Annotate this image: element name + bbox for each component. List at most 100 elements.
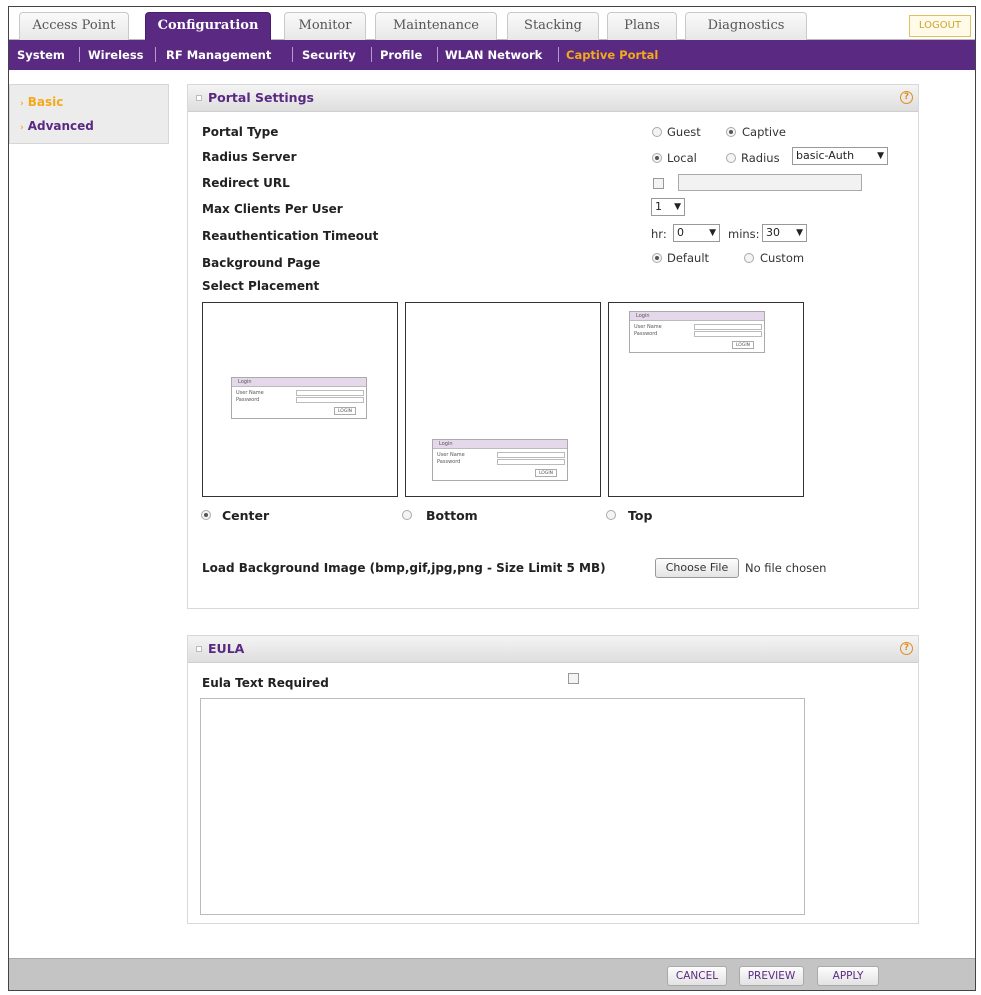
subnav-divider	[79, 47, 80, 62]
subnav-divider	[437, 47, 438, 62]
bg-custom-radio[interactable]	[744, 253, 754, 263]
subnav-rf-management[interactable]: RF Management	[166, 48, 271, 62]
placement-center-radio[interactable]	[201, 510, 211, 520]
collapse-icon[interactable]	[196, 646, 202, 652]
subnav-divider	[371, 47, 372, 62]
reauth-hr-select[interactable]: 0 ▼	[673, 224, 720, 242]
radius-profile-select[interactable]: basic-Auth ▼	[792, 147, 888, 165]
file-status-text: No file chosen	[745, 561, 827, 575]
thumbnail-input	[497, 459, 565, 465]
tab-monitor[interactable]: Monitor	[284, 12, 366, 40]
subnav-wireless[interactable]: Wireless	[88, 48, 144, 62]
sub-nav-bar: System Wireless RF Management Security P…	[9, 40, 975, 70]
tab-access-point[interactable]: Access Point	[19, 12, 129, 40]
main-tab-bar: Access Point Configuration Monitor Maint…	[9, 7, 975, 41]
sidebar-item-label: Advanced	[27, 119, 94, 133]
cancel-button[interactable]: CANCEL	[667, 966, 727, 986]
radius-radius-label: Radius	[741, 151, 780, 165]
portal-type-label: Portal Type	[202, 125, 279, 139]
thumbnail-pass-label: Password	[236, 397, 260, 403]
caret-down-icon: ▼	[674, 202, 681, 212]
choose-file-button[interactable]: Choose File	[655, 558, 739, 578]
thumbnail-input	[296, 390, 364, 396]
help-icon[interactable]: ?	[900, 642, 913, 655]
eula-text-area[interactable]	[200, 698, 805, 915]
caret-down-icon: ▼	[877, 151, 884, 161]
placement-center-preview[interactable]: Login User Name Password LOGIN	[202, 302, 398, 497]
subnav-captive-portal[interactable]: Captive Portal	[566, 48, 658, 62]
thumbnail-user-label: User Name	[634, 324, 662, 330]
login-form-thumbnail: Login User Name Password LOGIN	[231, 377, 367, 419]
placement-top-radio[interactable]	[606, 510, 616, 520]
radius-local-radio[interactable]	[652, 153, 662, 163]
portal-type-guest-label: Guest	[667, 125, 701, 139]
preview-button[interactable]: PREVIEW	[739, 966, 804, 986]
login-form-thumbnail: Login User Name Password LOGIN	[629, 311, 765, 353]
portal-type-captive-label: Captive	[742, 125, 786, 139]
placement-bottom-label: Bottom	[426, 508, 478, 523]
thumbnail-input	[694, 324, 762, 330]
max-clients-select[interactable]: 1 ▼	[651, 198, 685, 216]
help-icon[interactable]: ?	[900, 91, 913, 104]
portal-type-captive-radio[interactable]	[726, 127, 736, 137]
redirect-url-input[interactable]	[678, 174, 862, 191]
eula-panel: EULA ? Eula Text Required	[187, 635, 919, 924]
thumbnail-title: Login	[630, 312, 764, 321]
select-placement-label: Select Placement	[202, 279, 320, 293]
placement-top-preview[interactable]: Login User Name Password LOGIN	[608, 302, 804, 497]
subnav-security[interactable]: Security	[302, 48, 356, 62]
panel-title: EULA	[208, 641, 245, 656]
thumbnail-input	[497, 452, 565, 458]
tab-diagnostics[interactable]: Diagnostics	[685, 12, 807, 40]
select-value: 30	[766, 226, 780, 239]
thumbnail-user-label: User Name	[437, 452, 465, 458]
redirect-url-label: Redirect URL	[202, 176, 290, 190]
thumbnail-input	[694, 331, 762, 337]
placement-bottom-radio[interactable]	[402, 510, 412, 520]
thumbnail-button: LOGIN	[535, 469, 557, 477]
eula-text-required-checkbox[interactable]	[568, 673, 579, 684]
footer-bar: CANCEL PREVIEW APPLY	[9, 958, 975, 990]
tab-plans[interactable]: Plans	[607, 12, 677, 40]
reauth-timeout-label: Reauthentication Timeout	[202, 229, 379, 243]
sidebar-item-basic[interactable]: › Basic	[20, 95, 63, 109]
bg-default-radio[interactable]	[652, 253, 662, 263]
hr-label: hr:	[651, 227, 667, 241]
chevron-right-icon: ›	[20, 99, 24, 109]
placement-center-label: Center	[222, 508, 270, 523]
thumbnail-button: LOGIN	[334, 407, 356, 415]
redirect-url-checkbox[interactable]	[653, 178, 664, 189]
reauth-mins-select[interactable]: 30 ▼	[762, 224, 807, 242]
tab-configuration[interactable]: Configuration	[145, 12, 271, 41]
collapse-icon[interactable]	[196, 95, 202, 101]
portal-type-guest-radio[interactable]	[652, 127, 662, 137]
load-bg-label: Load Background Image (bmp,gif,jpg,png -…	[202, 561, 606, 575]
radius-radius-radio[interactable]	[726, 153, 736, 163]
subnav-system[interactable]: System	[17, 48, 65, 62]
subnav-wlan-network[interactable]: WLAN Network	[445, 48, 542, 62]
select-value: 1	[655, 200, 662, 213]
background-page-label: Background Page	[202, 256, 321, 270]
apply-button[interactable]: APPLY	[817, 966, 879, 986]
thumbnail-pass-label: Password	[437, 459, 461, 465]
thumbnail-title: Login	[433, 440, 567, 449]
sidebar-item-label: Basic	[27, 95, 64, 109]
tab-maintenance[interactable]: Maintenance	[375, 12, 497, 40]
thumbnail-title: Login	[232, 378, 366, 387]
select-value: 0	[677, 226, 684, 239]
placement-bottom-preview[interactable]: Login User Name Password LOGIN	[405, 302, 601, 497]
panel-title: Portal Settings	[208, 90, 314, 105]
login-form-thumbnail: Login User Name Password LOGIN	[432, 439, 568, 481]
tab-stacking[interactable]: Stacking	[507, 12, 599, 40]
thumbnail-input	[296, 397, 364, 403]
radius-local-label: Local	[667, 151, 697, 165]
sidebar-item-advanced[interactable]: › Advanced	[20, 119, 94, 133]
bg-default-label: Default	[667, 251, 710, 265]
radius-server-label: Radius Server	[202, 150, 297, 164]
logout-button[interactable]: LOGOUT	[909, 15, 971, 37]
thumbnail-button: LOGIN	[732, 341, 754, 349]
subnav-profile[interactable]: Profile	[380, 48, 422, 62]
subnav-divider	[558, 47, 559, 62]
caret-down-icon: ▼	[709, 228, 716, 238]
eula-text-required-label: Eula Text Required	[202, 676, 329, 690]
